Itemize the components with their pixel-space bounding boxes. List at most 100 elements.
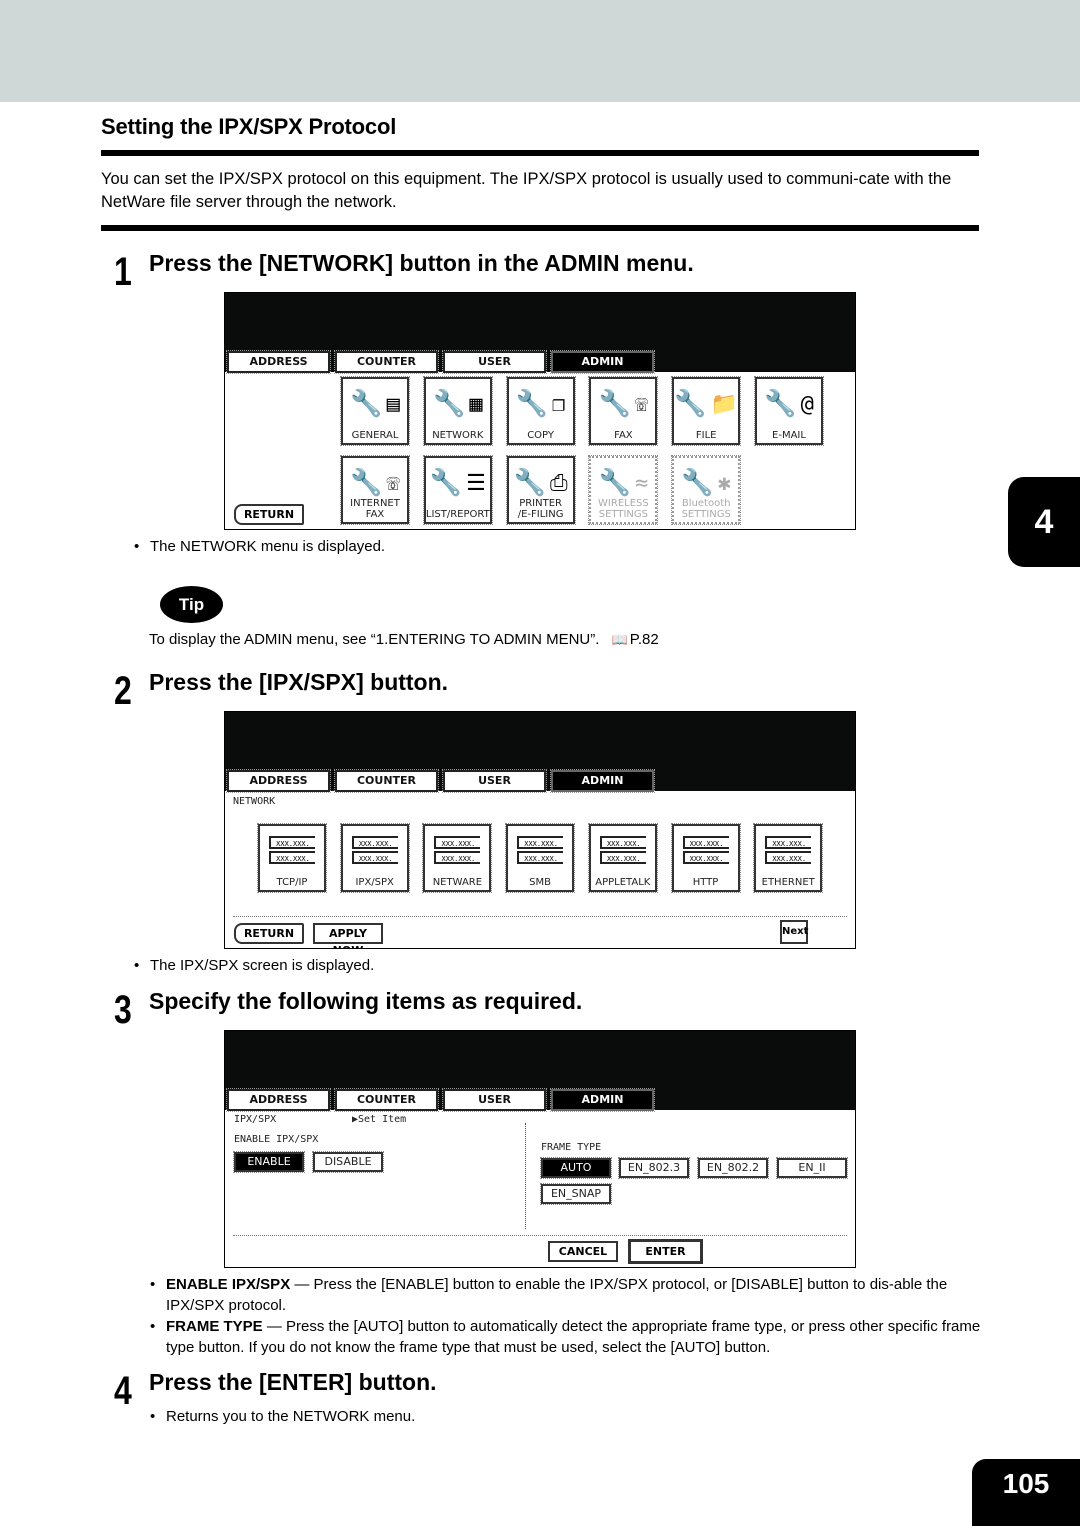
tile-network[interactable]: 🔧 ▦ NETWORK bbox=[422, 376, 493, 446]
intro-text: You can set the IPX/SPX protocol on this… bbox=[101, 170, 952, 211]
chapter-tab: 4 bbox=[1008, 477, 1080, 567]
lcd-tabs: ADDRESS COUNTER USER ADMIN bbox=[226, 1088, 659, 1112]
tab-admin[interactable]: ADMIN bbox=[550, 1088, 655, 1112]
wrench-icon: 🔧 bbox=[598, 468, 631, 498]
tile-label: E-MAIL bbox=[772, 430, 806, 441]
address-field-icon: XXX.XXX. XXX.XXX. bbox=[591, 834, 655, 866]
header-band bbox=[0, 0, 1080, 102]
enable-button[interactable]: ENABLE bbox=[233, 1151, 305, 1173]
list-report-icon: 🔧 ☰ bbox=[429, 468, 486, 498]
email-icon: 🔧 @ bbox=[764, 389, 814, 419]
frame-en8022-button[interactable]: EN_802.2 bbox=[697, 1157, 769, 1179]
tile-email[interactable]: 🔧 @ E-MAIL bbox=[754, 376, 824, 446]
network-menu-screen: ADDRESS COUNTER USER ADMIN NETWORK RETUR… bbox=[224, 711, 856, 949]
tab-user[interactable]: USER bbox=[442, 350, 547, 374]
address-field-icon: XXX.XXX. XXX.XXX. bbox=[508, 834, 572, 866]
step-text: Press the [ENTER] button. bbox=[149, 1369, 437, 1395]
frame-auto-button[interactable]: AUTO bbox=[540, 1157, 612, 1179]
tile-internet-fax[interactable]: 🔧 ☏ INTERNET FAX bbox=[340, 455, 410, 525]
wrench-icon: 🔧 bbox=[681, 468, 714, 498]
page-number: 105 bbox=[972, 1459, 1080, 1526]
tab-address[interactable]: ADDRESS bbox=[226, 769, 331, 793]
divider bbox=[233, 916, 847, 917]
tab-user[interactable]: USER bbox=[442, 1088, 547, 1112]
address-field-icon: XXX.XXX. XXX.XXX. bbox=[425, 834, 489, 866]
copier-icon: 🔧 ▤ bbox=[350, 389, 400, 419]
frame-enii-button[interactable]: EN_II bbox=[776, 1157, 848, 1179]
address-field-icon: XXX.XXX. XXX.XXX. bbox=[756, 834, 820, 866]
wrench-icon: 🔧 bbox=[432, 389, 466, 419]
wrench-icon: 🔧 bbox=[598, 389, 631, 419]
wrench-icon: 🔧 bbox=[674, 389, 707, 419]
tile-ethernet[interactable]: XXX.XXX. XXX.XXX. ETHERNET bbox=[753, 823, 824, 893]
tip-note: To display the ADMIN menu, see “1.ENTERI… bbox=[149, 631, 659, 648]
enter-button[interactable]: ENTER bbox=[628, 1239, 703, 1264]
tile-ipxspx[interactable]: XXX.XXX. XXX.XXX. IPX/SPX bbox=[339, 823, 410, 893]
return-button[interactable]: RETURN bbox=[234, 504, 304, 525]
screen-label: IPX/SPX bbox=[234, 1114, 277, 1125]
wrench-icon: 🔧 bbox=[350, 468, 383, 498]
tip-ref[interactable]: P.82 bbox=[630, 631, 659, 648]
step-4-note: Returns you to the NETWORK menu. bbox=[150, 1406, 986, 1427]
tab-counter[interactable]: COUNTER bbox=[334, 769, 439, 793]
tile-label: Bluetooth SETTINGS bbox=[681, 498, 731, 520]
next-button[interactable]: Next bbox=[780, 920, 808, 944]
tile-appletalk[interactable]: XXX.XXX. XXX.XXX. APPLETALK bbox=[587, 823, 658, 893]
tile-label: NETWORK bbox=[432, 430, 484, 441]
desc-frame-type: FRAME TYPE — Press the [AUTO] button to … bbox=[150, 1316, 986, 1358]
return-button[interactable]: RETURN bbox=[234, 923, 304, 944]
step-text: Press the [NETWORK] button in the ADMIN … bbox=[149, 250, 694, 276]
tab-counter[interactable]: COUNTER bbox=[334, 1088, 439, 1112]
wrench-icon: 🔧 bbox=[429, 468, 463, 498]
tab-address[interactable]: ADDRESS bbox=[226, 350, 331, 374]
cancel-button[interactable]: CANCEL bbox=[548, 1241, 618, 1262]
step-1-note: The NETWORK menu is displayed. bbox=[134, 536, 385, 557]
tile-file[interactable]: 🔧 📁 FILE bbox=[671, 376, 742, 446]
frame-en8023-button[interactable]: EN_802.3 bbox=[618, 1157, 690, 1179]
wrench-icon: 🔧 bbox=[350, 389, 383, 419]
frame-ensnap-button[interactable]: EN_SNAP bbox=[540, 1183, 612, 1205]
disable-button[interactable]: DISABLE bbox=[312, 1151, 384, 1173]
title-rule bbox=[101, 150, 979, 156]
tile-label: COPY bbox=[527, 430, 554, 441]
file-icon: 🔧 📁 bbox=[674, 389, 739, 419]
tile-label: HTTP bbox=[692, 877, 719, 888]
tile-general[interactable]: 🔧 ▤ GENERAL bbox=[340, 376, 410, 446]
desc-term: FRAME TYPE bbox=[166, 1318, 263, 1335]
tab-admin[interactable]: ADMIN bbox=[550, 350, 655, 374]
tile-label: WIRELESS SETTINGS bbox=[598, 498, 649, 520]
vertical-divider bbox=[525, 1123, 526, 1229]
tile-smb[interactable]: XXX.XXX. XXX.XXX. SMB bbox=[505, 823, 576, 893]
step-text: Press the [IPX/SPX] button. bbox=[149, 669, 449, 695]
tab-address[interactable]: ADDRESS bbox=[226, 1088, 331, 1112]
tile-label: GENERAL bbox=[351, 430, 399, 441]
set-item-label: ▶Set Item bbox=[352, 1114, 407, 1125]
tile-label: NETWARE bbox=[432, 877, 483, 888]
step-number: 4 bbox=[114, 1369, 132, 1413]
step-text: Specify the following items as required. bbox=[149, 988, 583, 1014]
divider bbox=[233, 1235, 847, 1236]
tile-list-report[interactable]: 🔧 ☰ LIST/REPORT bbox=[422, 455, 493, 525]
desc-text: — Press the [AUTO] button to automatical… bbox=[166, 1318, 981, 1356]
tile-tcpip[interactable]: XXX.XXX. XXX.XXX. TCP/IP bbox=[257, 823, 327, 893]
tile-netware[interactable]: XXX.XXX. XXX.XXX. NETWARE bbox=[422, 823, 493, 893]
wrench-icon: 🔧 bbox=[764, 389, 797, 419]
tab-admin[interactable]: ADMIN bbox=[550, 769, 655, 793]
step-number: 1 bbox=[114, 250, 132, 294]
tile-printer-efiling[interactable]: 🔧 ⎙ PRINTER /E-FILING bbox=[505, 455, 576, 525]
tile-http[interactable]: XXX.XXX. XXX.XXX. HTTP bbox=[670, 823, 741, 893]
tile-label: TCP/IP bbox=[276, 877, 308, 888]
tile-label: PRINTER /E-FILING bbox=[517, 498, 564, 520]
tab-user[interactable]: USER bbox=[442, 769, 547, 793]
tab-counter[interactable]: COUNTER bbox=[334, 350, 439, 374]
address-field-icon: XXX.XXX. XXX.XXX. bbox=[260, 834, 324, 866]
tile-fax[interactable]: 🔧 ☏ FAX bbox=[588, 376, 659, 446]
wrench-icon: 🔧 bbox=[515, 389, 549, 419]
tile-label: IPX/SPX bbox=[355, 877, 394, 888]
tip-text: To display the ADMIN menu, see “1.ENTERI… bbox=[149, 631, 600, 648]
address-field-icon: XXX.XXX. XXX.XXX. bbox=[343, 834, 407, 866]
copy-icon: 🔧 ❐ bbox=[515, 389, 566, 419]
tile-copy[interactable]: 🔧 ❐ COPY bbox=[505, 376, 576, 446]
apply-now-button[interactable]: APPLY NOW bbox=[313, 923, 383, 948]
network-icon: 🔧 ▦ bbox=[432, 389, 483, 419]
